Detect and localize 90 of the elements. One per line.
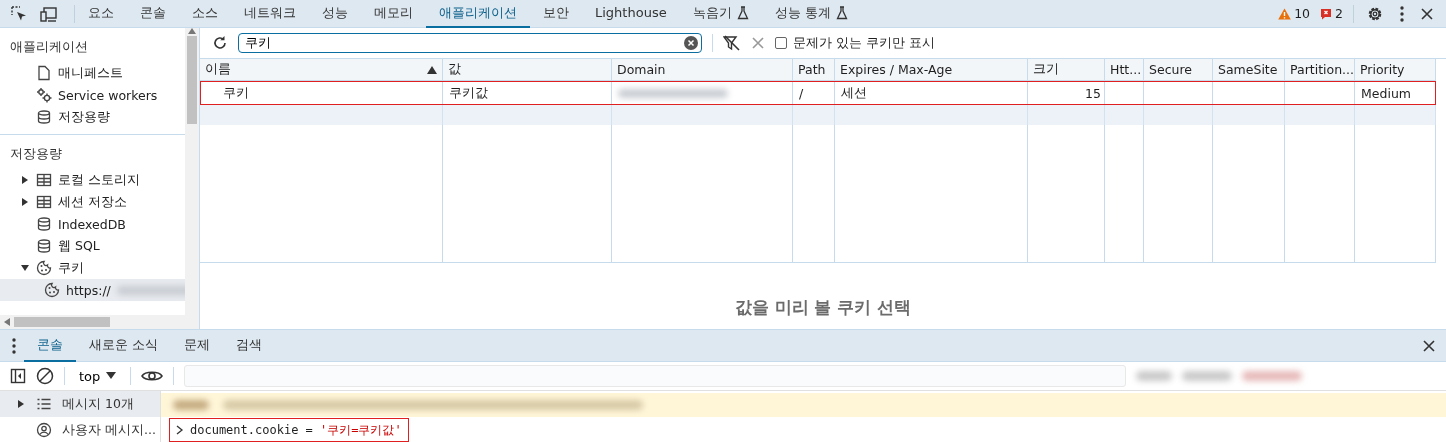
- sidebar-item[interactable]: 웹 SQL: [0, 235, 185, 257]
- sidebar-toggle-icon: [10, 368, 26, 384]
- sidebar-item[interactable]: 세션 저장소: [0, 191, 185, 213]
- scrollbar-thumb[interactable]: [187, 36, 197, 124]
- panel-tab[interactable]: 성능: [309, 0, 361, 28]
- more-icon: [12, 337, 16, 354]
- section-title: 저장용량: [10, 146, 62, 161]
- sidebar-item[interactable]: IndexedDB: [0, 213, 185, 235]
- close-icon: [751, 36, 765, 50]
- eye-icon: [141, 369, 164, 383]
- panel-tab[interactable]: 보안: [530, 0, 582, 28]
- close-icon: [1422, 338, 1436, 353]
- user-icon: [36, 422, 52, 438]
- clear-console-icon: [36, 367, 54, 385]
- error-icon: [1320, 7, 1333, 20]
- scrollbar[interactable]: [0, 315, 199, 329]
- cookie-icon: [44, 282, 60, 298]
- column-header[interactable]: 크기: [1028, 59, 1105, 81]
- sidebar-item[interactable]: 쿠키: [0, 257, 185, 279]
- redacted-mark: [1182, 371, 1233, 381]
- column-header[interactable]: Partition...: [1285, 59, 1355, 81]
- column-header[interactable]: Priority: [1355, 59, 1436, 81]
- empty-preview-message: 값을 미리 볼 쿠키 선택: [734, 296, 912, 319]
- search-field[interactable]: 쿠키: [238, 33, 702, 53]
- table-cell-text: Medium: [1360, 84, 1412, 103]
- panel-tab[interactable]: 녹음기: [679, 0, 762, 28]
- drawer-tab[interactable]: 콘솔: [24, 329, 76, 362]
- column-header[interactable]: Htt...: [1105, 59, 1144, 81]
- column-header[interactable]: Domain: [612, 59, 793, 81]
- more-icon: [1400, 5, 1404, 22]
- message-filter-item[interactable]: 사용자 메시지...: [0, 417, 160, 442]
- column-header[interactable]: Path: [793, 59, 835, 81]
- column-header[interactable]: SameSite: [1213, 59, 1285, 81]
- panel-tab[interactable]: 메모리: [361, 0, 426, 28]
- context-dropdown[interactable]: top: [75, 368, 121, 384]
- warning-icon: [1278, 7, 1292, 20]
- table-row[interactable]: 쿠키 쿠키값 / 세션 15 Medium: [200, 81, 1436, 105]
- column-header[interactable]: 이름: [200, 59, 443, 81]
- column-header[interactable]: Secure: [1144, 59, 1213, 81]
- scrollbar-thumb[interactable]: [14, 317, 110, 327]
- cookie-icon: [36, 260, 52, 276]
- scrollbar[interactable]: [185, 28, 199, 315]
- drawer-tab[interactable]: 문제: [171, 329, 224, 362]
- panel-tab[interactable]: 성능 통계: [761, 0, 861, 28]
- column-header[interactable]: Expires / Max-Age: [835, 59, 1028, 81]
- sidebar-item[interactable]: https://: [0, 279, 185, 301]
- clear-icon: [684, 36, 698, 50]
- device-icon: [40, 4, 60, 23]
- column-header[interactable]: 값: [443, 59, 612, 81]
- scroll-left-icon: [4, 318, 10, 326]
- panel-tab[interactable]: 네트워크: [231, 0, 309, 28]
- panel-tab[interactable]: Lighthouse: [582, 0, 680, 28]
- sidebar-item[interactable]: 저장용량: [0, 106, 185, 128]
- list-icon: [36, 396, 52, 412]
- warning-count: 10: [1294, 6, 1311, 21]
- gears-icon: [36, 87, 52, 103]
- redacted-mark: [1242, 371, 1303, 381]
- database-icon: [36, 216, 52, 232]
- redacted-mark: [1136, 371, 1173, 381]
- file-icon: [36, 65, 52, 81]
- sidebar-item[interactable]: 로컬 스토리지: [0, 169, 185, 191]
- database-icon: [36, 238, 52, 254]
- table-icon: [36, 172, 52, 188]
- database-icon: [36, 109, 52, 125]
- table-cell-text: 쿠키: [222, 83, 250, 102]
- section-title: 애플리케이션: [10, 39, 88, 54]
- sort-up-icon: [427, 66, 437, 74]
- sidebar-item[interactable]: 매니페스트: [0, 62, 185, 84]
- panel-tab[interactable]: 요소: [75, 0, 127, 28]
- table-icon: [36, 194, 52, 210]
- filter-clear-icon: [723, 35, 741, 51]
- table-cell-text: 쿠키값: [448, 83, 489, 102]
- table-cell-text: /: [798, 84, 805, 103]
- code-text: document.cookie = '쿠키=쿠키값': [190, 421, 402, 439]
- caret-icon: [106, 372, 117, 380]
- close-icon: [1420, 6, 1434, 21]
- error-count: 2: [1335, 6, 1343, 21]
- sidebar-item[interactable]: Service workers: [0, 84, 185, 106]
- refresh-icon: [212, 35, 228, 51]
- checkbox[interactable]: [775, 37, 787, 49]
- panel-tab[interactable]: 소스: [179, 0, 231, 28]
- message-filter-item[interactable]: 메시지 10개: [0, 391, 160, 417]
- drawer-tab[interactable]: 검색: [223, 329, 276, 362]
- panel-tab[interactable]: 애플리케이션: [426, 0, 530, 28]
- table-cell-text: 15: [1084, 84, 1102, 103]
- drawer-tab[interactable]: 새로운 소식: [76, 329, 172, 362]
- table-cell-text: 세션: [840, 83, 868, 102]
- prompt-icon: [176, 425, 184, 435]
- panel-tab[interactable]: 콘솔: [127, 0, 179, 28]
- checkbox-label[interactable]: 문제가 있는 쿠키만 표시: [793, 34, 936, 52]
